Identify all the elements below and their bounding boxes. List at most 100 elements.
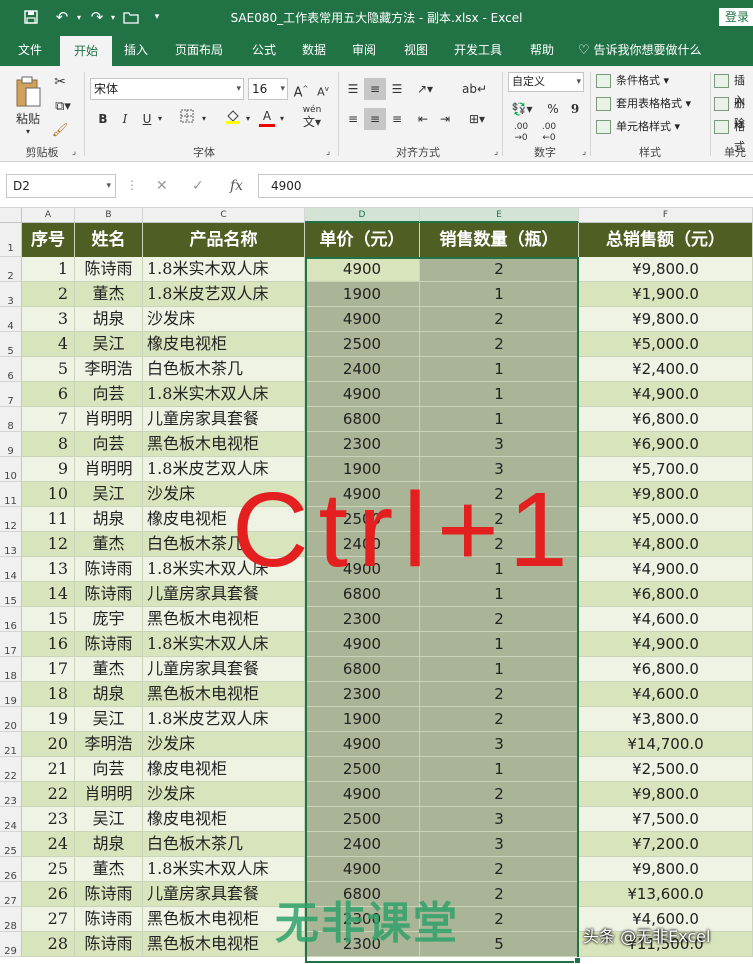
copy-icon[interactable]: ⧉▾ (50, 96, 76, 116)
table-cell[interactable]: ¥6,800.0 (579, 657, 753, 682)
merge-center-icon[interactable]: ⊞▾ (462, 108, 492, 130)
table-cell[interactable]: 2300 (305, 432, 420, 457)
decrease-decimal-button[interactable]: .00 ←0 (536, 122, 562, 144)
column-header-a[interactable]: A (22, 208, 75, 223)
table-cell[interactable]: ¥9,800.0 (579, 257, 753, 282)
table-cell[interactable]: 6800 (305, 657, 420, 682)
table-cell[interactable]: 沙发床 (143, 782, 305, 807)
table-cell[interactable]: 陈诗雨 (75, 557, 143, 582)
alignment-launcher-icon[interactable]: ⌟ (490, 146, 502, 158)
table-cell[interactable]: 黑色板木电视柜 (143, 432, 305, 457)
row-header[interactable]: 21 (0, 732, 22, 757)
table-cell[interactable]: 儿童房家具套餐 (143, 407, 305, 432)
table-cell[interactable]: 2 (420, 682, 579, 707)
italic-button[interactable]: I (114, 108, 136, 130)
tab-file[interactable]: 文件 (8, 34, 52, 66)
table-cell[interactable]: ¥4,600.0 (579, 607, 753, 632)
table-cell[interactable]: 李明浩 (75, 732, 143, 757)
row-header[interactable]: 5 (0, 332, 22, 357)
align-right-icon[interactable]: ≡ (386, 108, 408, 130)
row-header[interactable]: 24 (0, 807, 22, 832)
table-cell[interactable]: 2500 (305, 332, 420, 357)
table-cell[interactable]: 11 (22, 507, 75, 532)
row-header[interactable]: 20 (0, 707, 22, 732)
table-cell[interactable]: 4900 (305, 307, 420, 332)
conditional-formatting-button[interactable]: 条件格式 ▾ (596, 71, 706, 91)
table-cell[interactable]: 1 (420, 407, 579, 432)
font-color-icon[interactable]: A (256, 108, 278, 130)
table-cell[interactable]: 吴江 (75, 482, 143, 507)
table-cell[interactable]: 23 (22, 807, 75, 832)
row-header[interactable]: 26 (0, 857, 22, 882)
table-cell[interactable]: 2 (420, 332, 579, 357)
column-header-b[interactable]: B (75, 208, 143, 223)
table-cell[interactable]: 1.8米实木双人床 (143, 257, 305, 282)
table-cell[interactable]: 1 (420, 382, 579, 407)
table-cell[interactable]: 1 (420, 632, 579, 657)
table-cell[interactable]: ¥9,800.0 (579, 307, 753, 332)
table-cell[interactable]: 2500 (305, 757, 420, 782)
table-cell[interactable]: 陈诗雨 (75, 257, 143, 282)
tab-insert[interactable]: 插入 (114, 34, 158, 66)
font-name-select[interactable]: 宋体 ▾ (90, 78, 244, 100)
table-cell[interactable]: ¥7,500.0 (579, 807, 753, 832)
row-header[interactable]: 27 (0, 882, 22, 907)
table-cell[interactable]: 陈诗雨 (75, 582, 143, 607)
login-button[interactable]: 登录 (719, 8, 753, 26)
table-cell[interactable]: 白色板木茶几 (143, 832, 305, 857)
table-cell[interactable]: ¥3,800.0 (579, 707, 753, 732)
table-header-cell[interactable]: 姓名 (75, 223, 143, 257)
table-cell[interactable]: 1.8米皮艺双人床 (143, 707, 305, 732)
table-cell[interactable]: 1 (420, 657, 579, 682)
table-cell[interactable]: 3 (22, 307, 75, 332)
table-cell[interactable]: 橡皮电视柜 (143, 757, 305, 782)
table-cell[interactable]: 10 (22, 482, 75, 507)
row-header[interactable]: 23 (0, 782, 22, 807)
table-cell[interactable]: 肖明明 (75, 782, 143, 807)
column-header-c[interactable]: C (143, 208, 305, 223)
table-cell[interactable]: 吴江 (75, 807, 143, 832)
delete-cells-button[interactable]: 删除 (714, 94, 753, 130)
table-cell[interactable]: 吴江 (75, 707, 143, 732)
table-cell[interactable]: ¥4,900.0 (579, 632, 753, 657)
table-cell[interactable]: 李明浩 (75, 357, 143, 382)
tab-home[interactable]: 开始 (60, 36, 112, 66)
paste-button-label[interactable]: 粘贴 (10, 110, 46, 126)
align-left-icon[interactable]: ≡ (342, 108, 364, 130)
table-cell[interactable]: 4900 (305, 782, 420, 807)
row-header[interactable]: 17 (0, 632, 22, 657)
table-cell[interactable]: 4900 (305, 732, 420, 757)
table-cell[interactable]: 12 (22, 532, 75, 557)
table-cell[interactable]: 4900 (305, 632, 420, 657)
clipboard-launcher-icon[interactable]: ⌟ (68, 146, 80, 158)
table-cell[interactable]: 22 (22, 782, 75, 807)
table-cell[interactable]: 肖明明 (75, 407, 143, 432)
paste-icon[interactable] (12, 74, 44, 110)
table-cell[interactable]: 2400 (305, 357, 420, 382)
number-launcher-icon[interactable]: ⌟ (578, 146, 590, 158)
table-cell[interactable]: 1 (420, 357, 579, 382)
table-cell[interactable]: 吴江 (75, 332, 143, 357)
fill-color-icon[interactable] (222, 108, 244, 130)
table-cell[interactable]: 董杰 (75, 657, 143, 682)
table-cell[interactable]: 28 (22, 932, 75, 957)
table-cell[interactable]: ¥9,800.0 (579, 857, 753, 882)
table-cell[interactable]: ¥6,800.0 (579, 407, 753, 432)
table-cell[interactable]: 2400 (305, 832, 420, 857)
row-header[interactable]: 1 (0, 223, 22, 257)
table-cell[interactable]: 3 (420, 832, 579, 857)
table-cell[interactable]: 1.8米实木双人床 (143, 632, 305, 657)
shrink-font-icon[interactable]: Av (312, 78, 334, 100)
table-cell[interactable]: 16 (22, 632, 75, 657)
table-cell[interactable]: 1 (22, 257, 75, 282)
table-cell[interactable]: 肖明明 (75, 457, 143, 482)
row-header[interactable]: 12 (0, 507, 22, 532)
table-cell[interactable]: 18 (22, 682, 75, 707)
table-cell[interactable]: 陈诗雨 (75, 882, 143, 907)
table-cell[interactable]: 4900 (305, 857, 420, 882)
table-cell[interactable]: 2 (22, 282, 75, 307)
table-cell[interactable]: 27 (22, 907, 75, 932)
table-cell[interactable]: 1 (420, 757, 579, 782)
align-middle-icon[interactable]: ≡ (364, 78, 386, 100)
wrap-text-icon[interactable]: ab↵ (462, 78, 487, 100)
